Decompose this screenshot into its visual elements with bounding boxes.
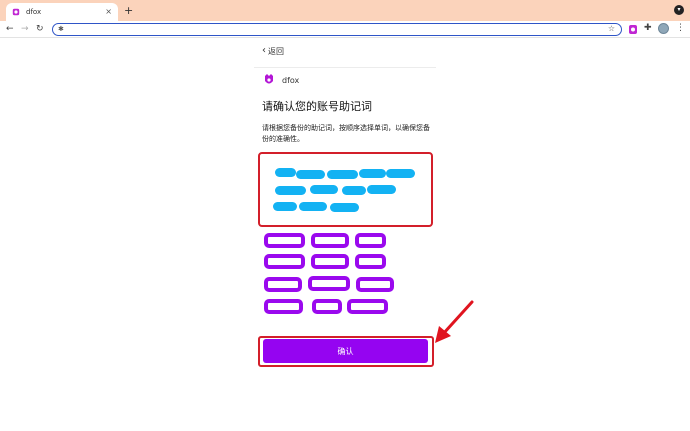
word-choice-chip[interactable] — [264, 277, 302, 292]
tab-title: dfox — [26, 8, 42, 16]
selected-word-chip[interactable] — [296, 170, 325, 179]
dfox-logo-icon — [265, 74, 273, 84]
word-choice-chip[interactable] — [264, 254, 305, 269]
chevron-left-icon: ‹ — [262, 45, 266, 56]
bookmark-star-icon[interactable]: ☆ — [608, 24, 615, 33]
profile-avatar[interactable] — [658, 23, 669, 34]
word-choice-chip[interactable] — [311, 233, 349, 248]
word-choice-chip[interactable] — [264, 233, 305, 248]
back-arrow-icon[interactable]: ← — [6, 23, 14, 35]
selected-word-chip[interactable] — [273, 202, 297, 211]
back-link[interactable]: ‹ 返回 — [262, 45, 284, 57]
dfox-extension-icon[interactable] — [628, 24, 638, 35]
extension-page-icon: ✱ — [58, 25, 64, 33]
selected-word-chip[interactable] — [275, 186, 306, 195]
selected-word-chip[interactable] — [327, 170, 358, 179]
dfox-favicon-icon — [12, 8, 20, 16]
selected-words-box — [258, 152, 433, 227]
selected-word-chip[interactable] — [386, 169, 415, 178]
tab-close-icon[interactable]: × — [105, 8, 112, 16]
word-choice-chip[interactable] — [311, 254, 349, 269]
word-choice-chip[interactable] — [355, 233, 386, 248]
extensions-puzzle-icon[interactable]: ✚ — [644, 23, 652, 33]
brand: dfox — [264, 74, 299, 86]
selected-word-chip[interactable] — [367, 185, 396, 194]
browser-toolbar: ← → ↻ ✱ ☆ — [0, 21, 690, 38]
header-divider — [254, 67, 436, 68]
selected-word-chip[interactable] — [299, 202, 327, 211]
address-bar[interactable]: ✱ ☆ — [52, 23, 622, 36]
word-choice-chip[interactable] — [308, 276, 350, 291]
forward-arrow-icon[interactable]: → — [21, 23, 29, 35]
reload-icon[interactable]: ↻ — [36, 23, 44, 35]
selected-word-chip[interactable] — [275, 168, 296, 177]
selected-word-chip[interactable] — [330, 203, 359, 212]
tab-dfox[interactable]: dfox × — [6, 3, 118, 21]
word-choice-chip[interactable] — [264, 299, 303, 314]
more-menu-icon[interactable]: ⋮ — [676, 23, 685, 33]
confirm-button[interactable]: 确认 — [263, 339, 428, 363]
back-label: 返回 — [268, 46, 284, 56]
brand-name: dfox — [282, 75, 300, 85]
page-description: 请根据您备份的助记词，按顺序选择单词，以确保您备份的准确性。 — [262, 124, 430, 143]
selected-word-chip[interactable] — [310, 185, 338, 194]
page-title: 请确认您的账号助记词 — [262, 100, 372, 113]
word-choice-chip[interactable] — [356, 277, 394, 292]
selected-word-chip[interactable] — [342, 186, 366, 195]
word-choice-chip[interactable] — [355, 254, 386, 269]
word-choice-chip[interactable] — [347, 299, 388, 314]
red-pointer-arrow-icon — [435, 300, 474, 343]
window-menu-icon[interactable]: ▾ — [674, 5, 684, 15]
new-tab-button[interactable]: + — [124, 5, 133, 16]
tab-strip: dfox × + ▾ — [0, 0, 690, 21]
word-choice-chip[interactable] — [312, 299, 342, 314]
selected-word-chip[interactable] — [359, 169, 386, 178]
